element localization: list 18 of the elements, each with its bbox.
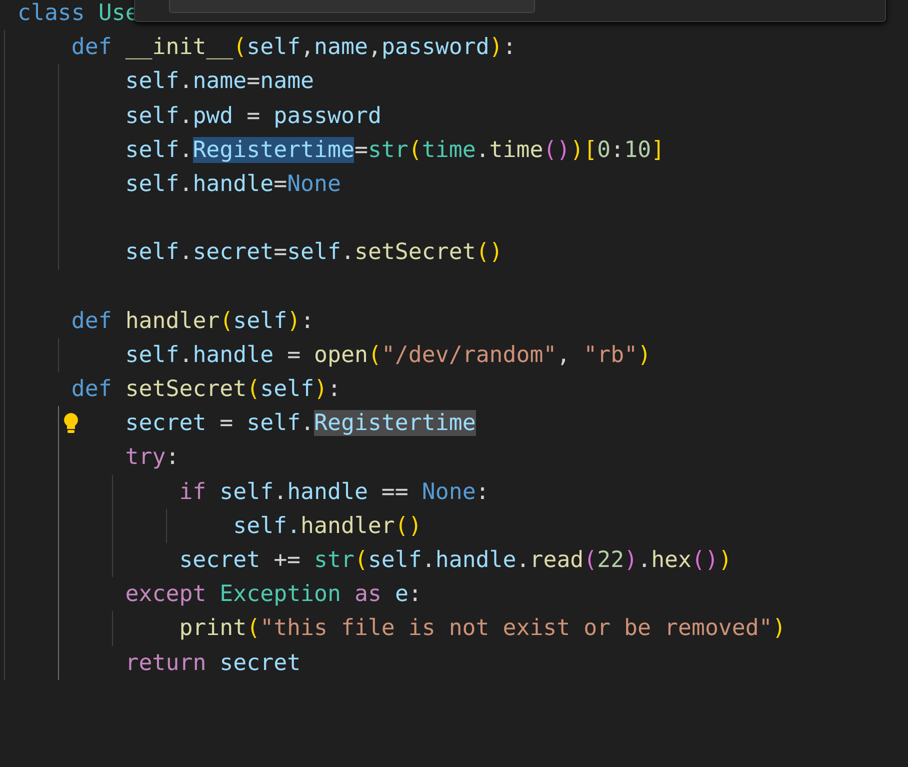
code-line: print("this file is not exist or be removed") — [179, 615, 786, 642]
code-line: self.pwd = password — [125, 102, 382, 129]
code-line: def setSecret(self): — [71, 376, 342, 402]
code-line: secret = self.Registertime — [125, 410, 476, 436]
code-line: def __init__(self,name,password): — [71, 34, 516, 60]
code-line: self.secret=self.setSecret() — [125, 239, 503, 266]
lightbulb-icon[interactable] — [62, 412, 79, 434]
code-line: if self.handle == None: — [179, 478, 490, 505]
code-line: self.Registertime=str(time.time())[0:10] — [125, 136, 665, 163]
code-line: self.handle = open("/dev/random", "rb") — [125, 342, 652, 368]
code-line: self.name=name — [125, 68, 314, 94]
code-line: self.handler() — [233, 512, 422, 539]
code-line: secret += str(self.handle.read(22).hex()) — [179, 547, 732, 573]
code-line: self.handle=None — [125, 170, 341, 197]
code-line: try: — [125, 444, 180, 470]
code-line: def handler(self): — [71, 308, 314, 334]
code-line: return secret — [125, 650, 301, 676]
code-line: except Exception as e: — [125, 581, 422, 608]
